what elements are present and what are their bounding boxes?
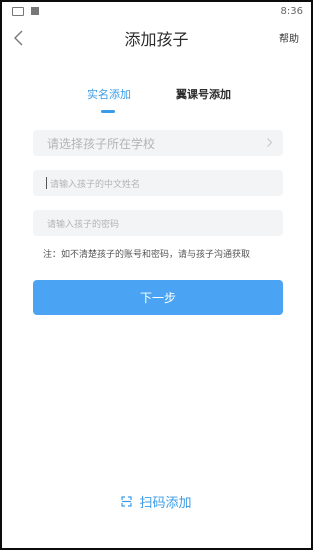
scan-icon xyxy=(121,496,133,507)
status-time: 8:36 xyxy=(280,5,303,17)
page-title: 添加孩子 xyxy=(124,30,189,49)
child-password-placeholder: 请输入孩子的密码 xyxy=(47,219,120,230)
window-frame xyxy=(0,0,313,550)
status-icons xyxy=(12,6,39,16)
tab-bar: 实名添加 翼课号添加 xyxy=(0,86,313,116)
child-name-placeholder: 请输入孩子的中文姓名 xyxy=(50,179,141,190)
scan-add-button[interactable]: 扫码添加 xyxy=(0,492,313,511)
app-icon xyxy=(31,7,39,15)
navigation-bar: 添加孩子 帮助 xyxy=(0,24,313,52)
text-cursor xyxy=(46,177,47,189)
scan-add-label: 扫码添加 xyxy=(139,496,192,511)
notification-icon xyxy=(12,6,24,16)
school-select-placeholder: 请选择孩子所在学校 xyxy=(47,136,156,151)
next-button[interactable]: 下一步 xyxy=(33,280,283,315)
status-bar: 8:36 xyxy=(0,0,313,22)
account-note: 注：如不清楚孩子的账号和密码，请与孩子沟通获取 xyxy=(43,250,251,260)
school-select[interactable]: 请选择孩子所在学校 xyxy=(33,130,283,156)
active-tab-indicator xyxy=(101,110,115,113)
chevron-right-icon xyxy=(267,138,273,147)
tab-real-name[interactable]: 实名添加 xyxy=(87,86,131,102)
help-button[interactable]: 帮助 xyxy=(279,30,299,45)
tab-yike-id[interactable]: 翼课号添加 xyxy=(176,86,231,102)
child-name-input[interactable]: 请输入孩子的中文姓名 xyxy=(33,170,283,196)
child-password-input[interactable]: 请输入孩子的密码 xyxy=(33,210,283,236)
